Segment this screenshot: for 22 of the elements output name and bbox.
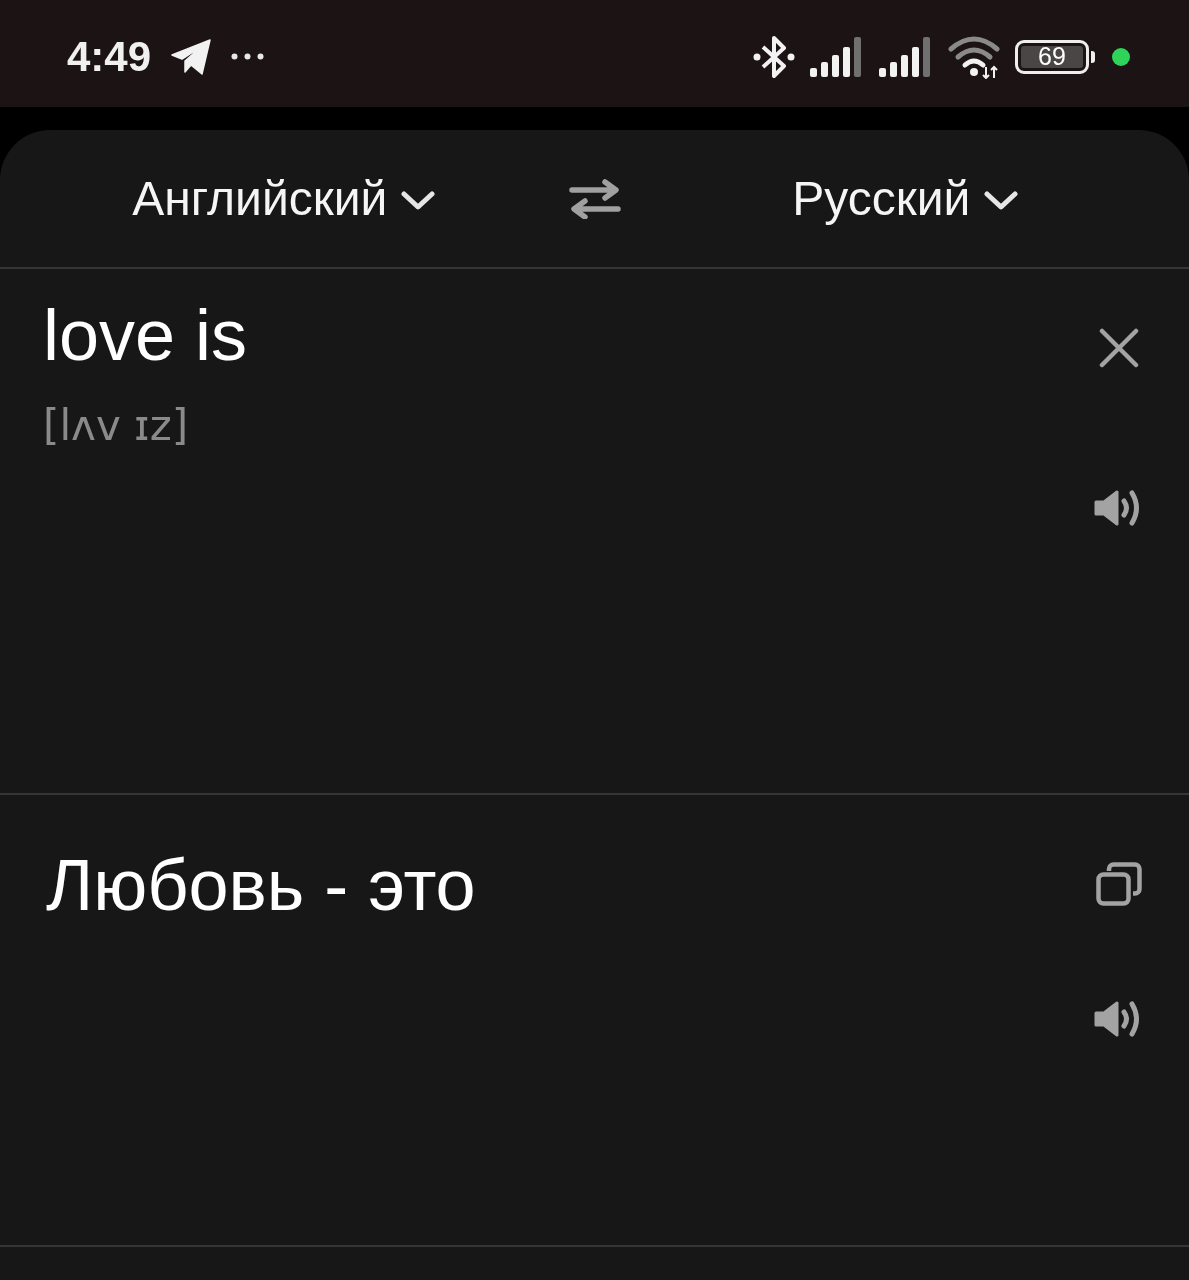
translation-text: Любовь - это <box>46 844 476 927</box>
chevron-down-icon <box>401 190 436 211</box>
close-icon <box>1099 328 1139 368</box>
battery-indicator: 69 <box>1015 39 1095 74</box>
swap-arrows-icon <box>567 178 622 219</box>
copy-button[interactable] <box>1096 862 1142 906</box>
bluetooth-icon <box>753 33 795 80</box>
signal-icon <box>810 36 864 77</box>
chevron-down-icon <box>984 190 1019 211</box>
copy-icon <box>1096 862 1142 906</box>
status-dot-icon <box>1112 47 1130 66</box>
signal-icon <box>879 36 933 77</box>
source-language-selector[interactable]: Английский <box>132 169 436 228</box>
wifi-icon <box>948 34 1000 79</box>
paper-plane-icon <box>171 38 212 75</box>
target-language-selector[interactable]: Русский <box>792 169 1019 228</box>
status-time: 4:49 <box>67 35 152 78</box>
transcription-text: [lʌv ɪz] <box>43 400 189 452</box>
clear-button[interactable] <box>1099 328 1139 368</box>
source-text-field[interactable]: love is <box>43 292 248 378</box>
swap-languages-button[interactable] <box>567 178 622 219</box>
more-icon <box>231 53 265 60</box>
